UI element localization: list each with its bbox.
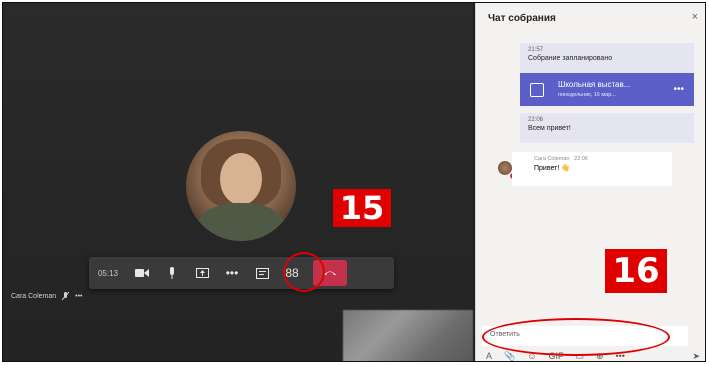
teams-window: 05:13 ••• 88 Cara Coleman ••• 15 Чат соб… — [2, 2, 706, 362]
more-options-button[interactable]: ••• — [217, 257, 247, 289]
share-icon — [195, 267, 209, 278]
message-time: 22:06 — [528, 117, 544, 123]
camera-icon — [135, 269, 149, 277]
send-icon[interactable]: ➤ — [692, 351, 700, 361]
chat-button-highlight — [283, 252, 325, 292]
message-text: Всем привет! — [528, 125, 571, 132]
participant-more-button[interactable]: ••• — [75, 293, 82, 300]
mic-button[interactable] — [157, 257, 187, 289]
chat-message: 22:06 Всем привет! — [520, 113, 694, 143]
meeting-card-more-button[interactable]: ••• — [673, 84, 684, 95]
message-text: Собрание запланировано — [528, 55, 613, 62]
chat-icon — [255, 267, 269, 279]
self-video-preview — [343, 310, 473, 361]
reply-input-highlight — [482, 318, 670, 356]
incoming-message: Cara Coleman 22:06 Привет! 👋 — [512, 152, 672, 186]
incoming-text: Привет! 👋 — [534, 165, 570, 172]
participant-name-label: Cara Coleman ••• — [11, 292, 83, 301]
camera-button[interactable] — [127, 257, 157, 289]
call-duration: 05:13 — [97, 268, 119, 278]
chat-message: 21:57 Собрание запланировано — [520, 43, 694, 73]
incoming-time: 22:06 — [574, 156, 588, 162]
call-stage: 05:13 ••• 88 Cara Coleman ••• 15 — [3, 3, 473, 361]
meeting-card-title: Школьная выстав... — [558, 79, 631, 89]
meeting-card[interactable]: Школьная выстав... понедельник, 16 мар..… — [520, 73, 694, 106]
step-badge-15: 15 — [333, 189, 391, 227]
hangup-icon — [324, 271, 336, 275]
meeting-chat-panel: Чат собрания × 21:57 Собрание запланиров… — [475, 3, 705, 361]
attach-icon[interactable]: 📎 — [504, 351, 515, 361]
message-time: 21:57 — [528, 47, 544, 53]
participant-avatar — [186, 131, 296, 241]
meeting-card-subtitle: понедельник, 16 мар... — [558, 91, 616, 98]
share-button[interactable] — [187, 257, 217, 289]
avatar-face — [220, 153, 262, 205]
chat-title: Чат собрания — [488, 13, 556, 24]
mic-icon — [170, 267, 174, 279]
participant-name: Cara Coleman — [11, 293, 57, 300]
incoming-sender: Cara Coleman — [534, 156, 570, 162]
incoming-meta: Cara Coleman 22:06 — [534, 156, 664, 162]
format-icon[interactable]: A — [486, 351, 492, 361]
step-badge-16: 16 — [605, 249, 667, 293]
call-toolbar: 05:13 ••• 88 — [89, 257, 394, 289]
avatar-shirt — [198, 203, 284, 241]
close-chat-button[interactable]: × — [692, 11, 698, 23]
calendar-icon — [530, 82, 544, 97]
mic-off-icon — [62, 292, 70, 301]
meeting-card-text: Школьная выстав... понедельник, 16 мар..… — [558, 79, 630, 101]
chat-button[interactable] — [247, 257, 277, 289]
